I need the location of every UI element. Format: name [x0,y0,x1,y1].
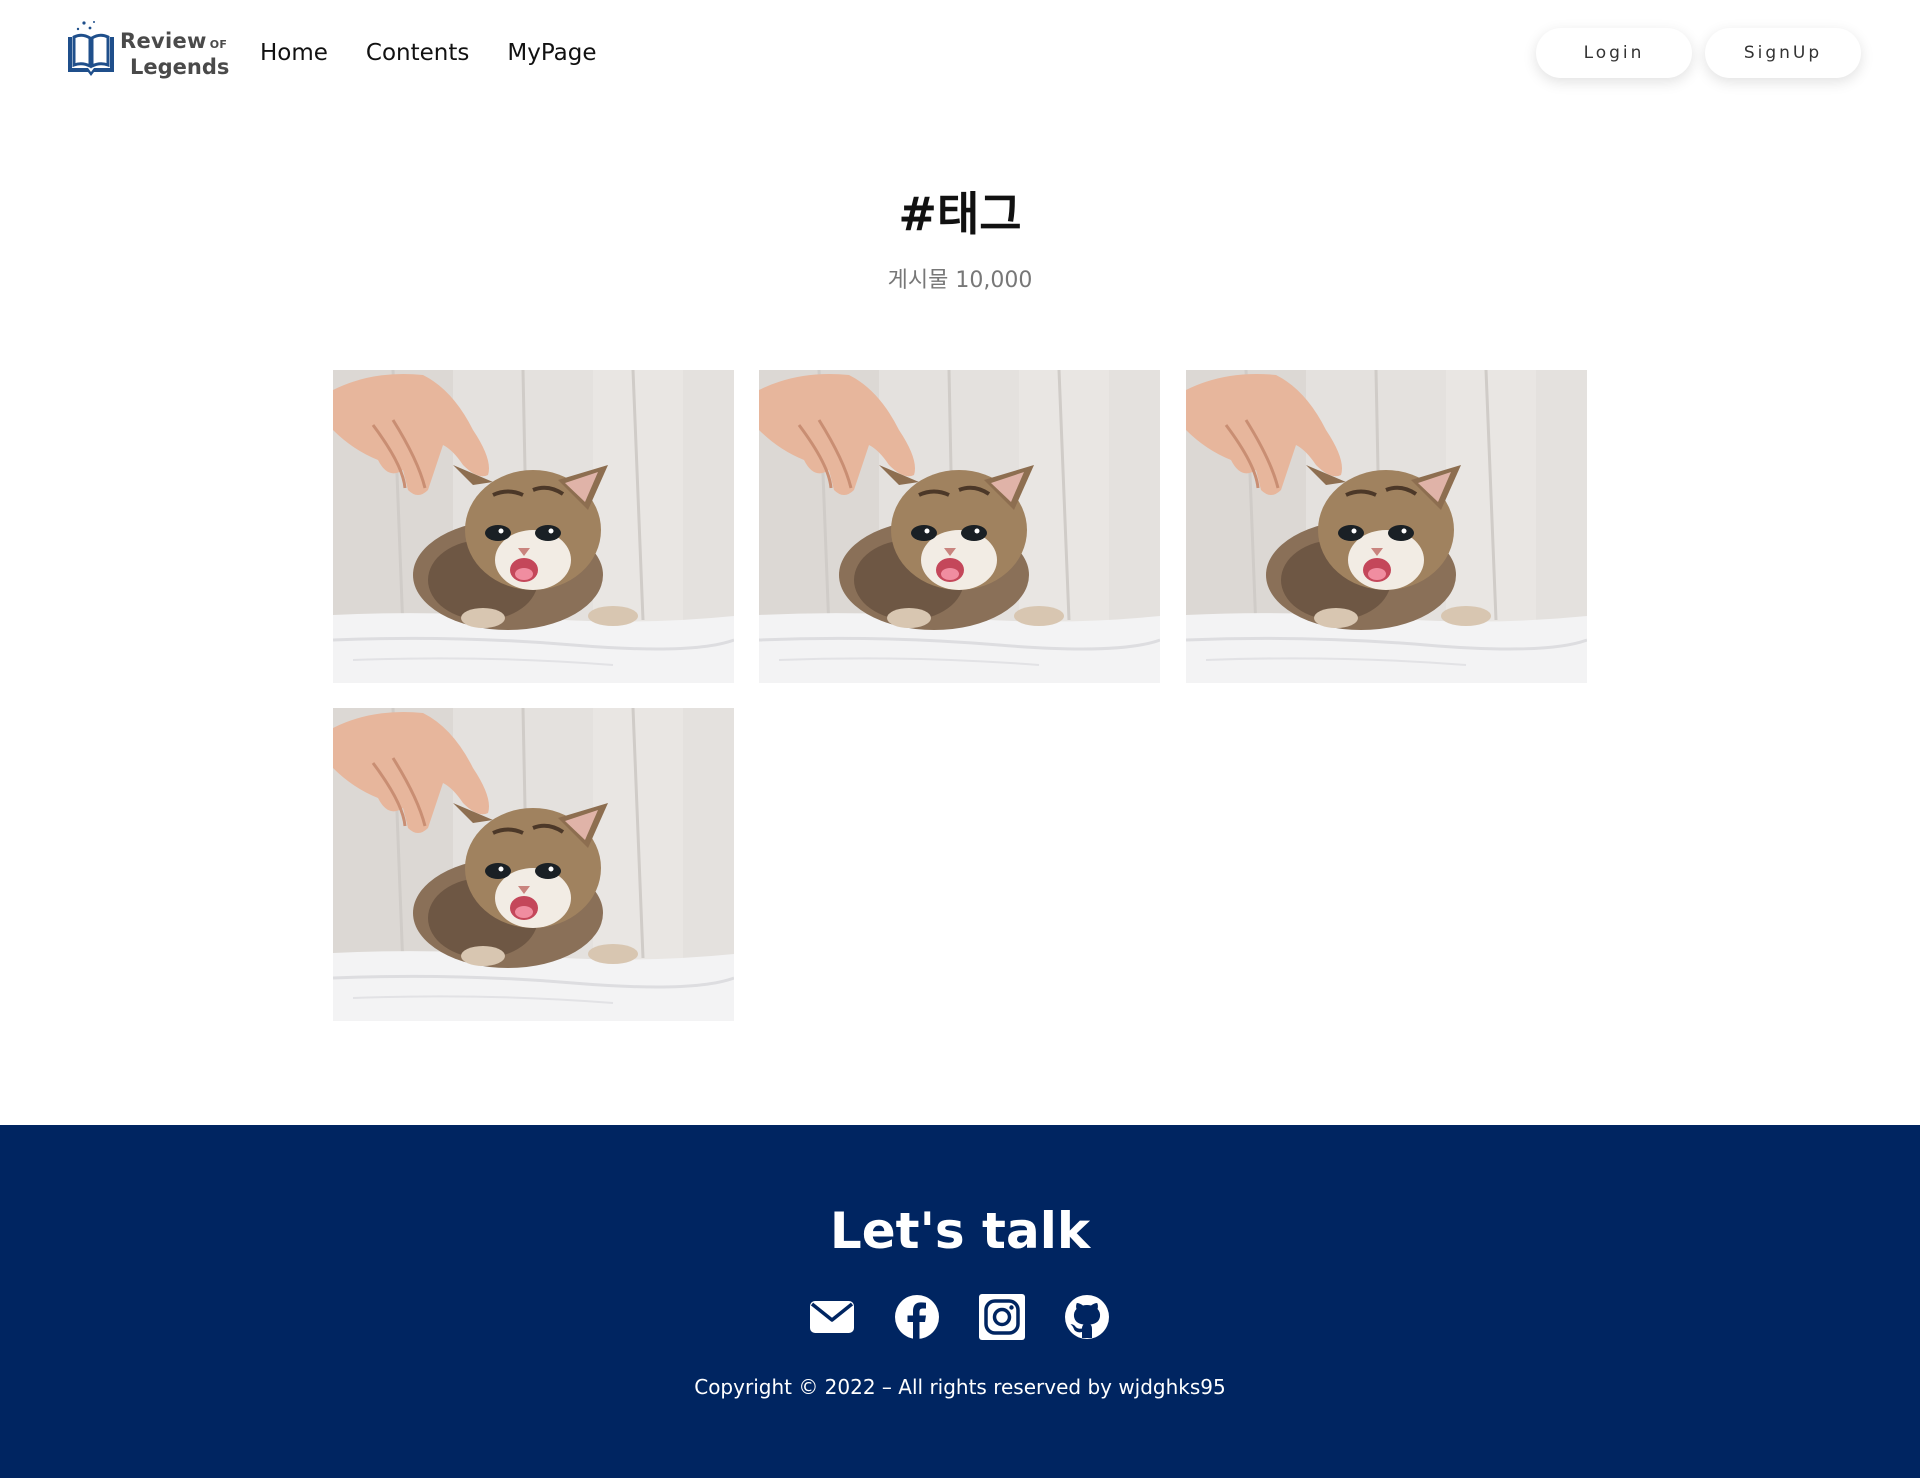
logo-text: Review OF Legends [120,30,229,78]
social-links [0,1293,1920,1345]
mail-icon[interactable] [808,1293,856,1341]
kitten-image [1186,370,1587,683]
page-title: #태그 [898,187,1022,241]
logo-line1: Review [120,29,207,53]
signup-button[interactable]: SignUp [1705,28,1861,78]
post-card[interactable] [759,370,1160,683]
open-book-icon [68,21,114,76]
post-card[interactable] [1186,370,1587,683]
facebook-icon[interactable] [893,1293,941,1341]
nav-mypage[interactable]: MyPage [507,38,596,68]
instagram-icon[interactable] [978,1293,1026,1341]
copyright-text: Copyright © 2022 – All rights reserved b… [694,1375,1226,1399]
nav-home[interactable]: Home [260,38,328,68]
site-logo[interactable]: Review OF Legends [66,20,229,80]
login-button[interactable]: Login [1536,28,1692,78]
site-footer: Let's talk Copyright © 2022 – All rights… [0,1125,1920,1478]
site-header: Review OF Legends Home Contents MyPage Lo… [0,0,1920,106]
kitten-image [333,370,734,683]
logo-line2: Legends [130,55,230,79]
post-card[interactable] [333,708,734,1021]
kitten-image [333,708,734,1021]
main-nav: Home Contents MyPage [260,38,635,68]
post-count: 게시물 10,000 [887,268,1033,293]
nav-contents[interactable]: Contents [366,38,469,68]
footer-title: Let's talk [829,1202,1091,1260]
kitten-image [759,370,1160,683]
logo-of: OF [209,38,228,51]
post-card[interactable] [333,370,734,683]
github-icon[interactable] [1063,1293,1111,1341]
